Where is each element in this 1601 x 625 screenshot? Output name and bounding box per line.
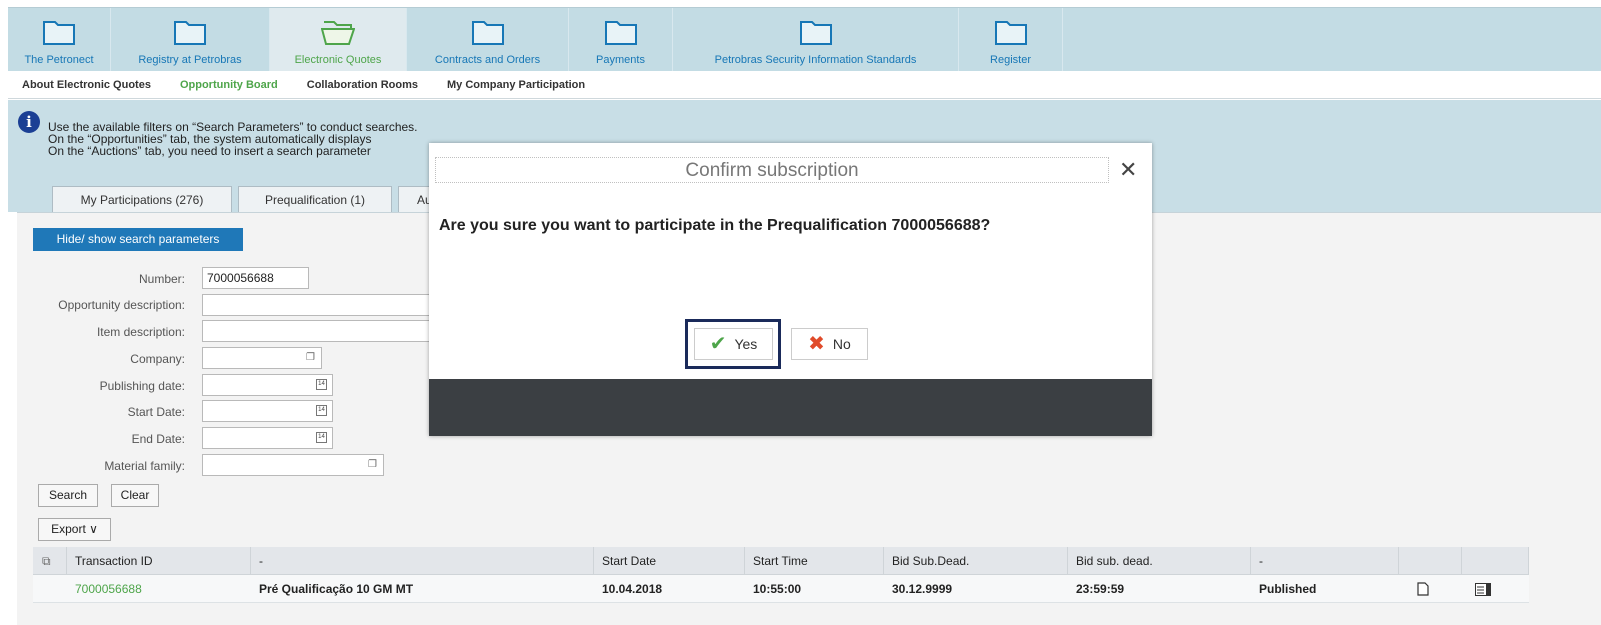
folder-icon — [799, 21, 832, 45]
nav-tab-registry[interactable]: Registry at Petrobras — [111, 8, 270, 72]
start-date-field[interactable]: 14 — [202, 400, 333, 422]
nav-tab-label: Registry at Petrobras — [138, 54, 242, 66]
nav-tab-payments[interactable]: Payments — [569, 8, 673, 72]
nav-tab-security-standards[interactable]: Petrobras Security Information Standards — [673, 8, 959, 72]
folder-icon — [471, 21, 504, 45]
document-icon[interactable] — [1417, 582, 1429, 596]
dialog-question: Are you sure you want to participate in … — [439, 217, 991, 234]
column-header[interactable]: - — [1251, 547, 1399, 575]
folder-open-icon — [321, 21, 355, 45]
no-label: No — [832, 336, 851, 352]
result-tabs: My Participations (276) Prequalification… — [52, 186, 444, 212]
checkmark-icon: ✔ — [709, 333, 727, 355]
info-icon: i — [18, 111, 40, 133]
close-icon[interactable]: ✕ — [1119, 157, 1137, 183]
no-button[interactable]: ✖ No — [791, 328, 868, 360]
column-settings-icon[interactable]: ⧉ — [33, 547, 67, 575]
yes-label: Yes — [734, 336, 758, 352]
export-button[interactable]: Export ∨ — [38, 518, 111, 541]
x-icon: ✖ — [808, 333, 825, 355]
description-cell: Pré Qualificação 10 GM MT — [259, 582, 414, 596]
folder-icon — [43, 21, 75, 45]
search-button[interactable]: Search — [38, 484, 98, 507]
value-help-icon[interactable]: ❐ — [306, 352, 315, 364]
number-label: Number: — [138, 272, 185, 286]
nav-tab-electronic-quotes[interactable]: Electronic Quotes — [270, 8, 407, 72]
details-icon[interactable] — [1475, 583, 1491, 596]
top-navigation: The Petronect Registry at Petrobras Elec… — [8, 7, 1601, 72]
subnav-collaboration-rooms[interactable]: Collaboration Rooms — [307, 79, 418, 91]
column-header[interactable]: Transaction ID — [67, 547, 251, 575]
nav-tab-label: Payments — [596, 54, 645, 66]
folder-icon — [994, 21, 1027, 45]
nav-tab-label: The Petronect — [24, 54, 94, 66]
info-text: Use the available filters on “Search Par… — [48, 121, 418, 157]
column-header[interactable]: Bid sub. dead. — [1068, 547, 1251, 575]
folder-icon — [174, 21, 206, 45]
column-header — [1462, 547, 1529, 575]
nav-tab-register[interactable]: Register — [959, 8, 1063, 72]
table-row[interactable]: 7000056688 Pré Qualificação 10 GM MT 10.… — [33, 575, 1529, 603]
end-date-field[interactable]: 14 — [202, 427, 333, 449]
column-header — [1399, 547, 1462, 575]
status-cell: Published — [1259, 582, 1317, 596]
number-field[interactable]: 7000056688 — [202, 267, 309, 289]
nav-tab-petronect[interactable]: The Petronect — [8, 8, 111, 72]
column-header[interactable]: Bid Sub.Dead. — [884, 547, 1068, 575]
hide-show-search-button[interactable]: Hide/ show search parameters — [33, 228, 243, 251]
nav-tab-label: Register — [990, 54, 1031, 66]
subnav-about-electronic-quotes[interactable]: About Electronic Quotes — [22, 79, 151, 91]
calendar-icon[interactable]: 14 — [316, 405, 327, 416]
end-date-label: End Date: — [131, 432, 185, 446]
clear-button[interactable]: Clear — [111, 484, 159, 507]
folder-icon — [604, 21, 637, 45]
sub-navigation: About Electronic Quotes Opportunity Boar… — [8, 71, 1601, 99]
bid-deadline-time-cell: 23:59:59 — [1076, 582, 1125, 596]
material-family-field[interactable]: ❐ — [202, 454, 384, 476]
nav-tab-label: Petrobras Security Information Standards — [714, 54, 917, 66]
item-description-label: Item description: — [96, 325, 185, 339]
publishing-date-field[interactable]: 14 — [202, 374, 333, 396]
material-family-label: Material family: — [104, 459, 185, 473]
nav-tab-label: Contracts and Orders — [434, 54, 541, 66]
dialog-footer-bar — [429, 379, 1152, 436]
subnav-my-company-participation[interactable]: My Company Participation — [447, 79, 585, 91]
calendar-icon[interactable]: 14 — [316, 432, 327, 443]
tab-my-participations[interactable]: My Participations (276) — [52, 186, 232, 212]
table-header: ⧉ Transaction ID - Start Date Start Time… — [33, 547, 1529, 575]
subnav-opportunity-board[interactable]: Opportunity Board — [180, 79, 278, 91]
transaction-id-link[interactable]: 7000056688 — [67, 575, 142, 603]
company-field[interactable]: ❐ — [202, 347, 322, 369]
opportunity-description-label: Opportunity description: — [58, 298, 185, 312]
dialog-title: Confirm subscription — [435, 157, 1109, 183]
nav-tab-label: Electronic Quotes — [294, 54, 382, 66]
info-line: On the “Auctions” tab, you need to inser… — [48, 144, 371, 158]
calendar-icon[interactable]: 14 — [316, 379, 327, 390]
confirm-subscription-dialog: Confirm subscription ✕ Are you sure you … — [429, 143, 1152, 436]
company-label: Company: — [130, 352, 185, 366]
start-date-label: Start Date: — [127, 405, 185, 419]
tab-prequalification[interactable]: Prequalification (1) — [238, 186, 392, 212]
bid-deadline-date-cell: 30.12.9999 — [892, 582, 953, 596]
value-help-icon[interactable]: ❐ — [368, 459, 377, 471]
start-time-cell: 10:55:00 — [753, 582, 802, 596]
yes-button[interactable]: ✔ Yes — [694, 328, 773, 360]
opportunity-description-field[interactable] — [202, 294, 430, 316]
item-description-field[interactable] — [202, 320, 430, 342]
column-header[interactable]: Start Time — [745, 547, 884, 575]
nav-tab-contracts-orders[interactable]: Contracts and Orders — [407, 8, 569, 72]
column-header[interactable]: Start Date — [594, 547, 745, 575]
column-header[interactable]: - — [251, 547, 594, 575]
publishing-date-label: Publishing date: — [99, 379, 185, 393]
start-date-cell: 10.04.2018 — [602, 582, 663, 596]
